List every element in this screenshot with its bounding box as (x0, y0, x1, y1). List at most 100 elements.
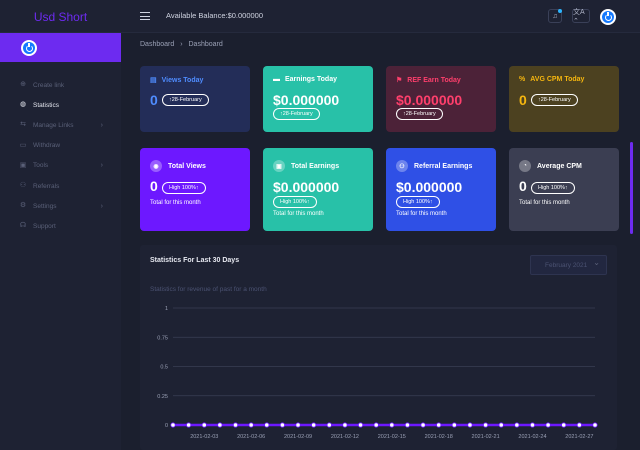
sidebar-item-label: Referrals (33, 182, 60, 190)
breadcrumb-root[interactable]: Dashboard (140, 41, 174, 48)
data-point[interactable] (186, 422, 192, 428)
card-icon: ⚑ (396, 77, 403, 84)
language-switch-icon[interactable]: 文A ⌃ (572, 9, 590, 25)
card-subtext: Total for this month (273, 211, 324, 217)
logo-icon (21, 40, 37, 56)
card-value: $0.000000 (273, 92, 340, 108)
data-point[interactable] (576, 422, 582, 428)
sidebar-item-support[interactable]: ☊ Support (0, 216, 121, 236)
sidebar-item-manage-links[interactable]: ⇆ Manage Links › (0, 115, 121, 135)
x-tick-label: 2021-02-18 (425, 434, 453, 440)
sidebar-item-tools[interactable]: ▣ Tools › (0, 156, 121, 176)
data-point[interactable] (545, 422, 551, 428)
chevron-right-icon: › (100, 202, 103, 210)
card-subtext: Total for this month (396, 211, 447, 217)
data-point[interactable] (295, 422, 301, 428)
card-label: ▤ Views Today (150, 76, 204, 85)
data-point[interactable] (592, 422, 598, 428)
sidebar-item-referrals[interactable]: ⚇ Referrals (0, 176, 121, 196)
card-label-text: REF Earn Today (407, 76, 461, 84)
data-point[interactable] (514, 422, 520, 428)
trend-badge: High 100%↑ (162, 182, 206, 194)
month-select[interactable]: February 2021 (530, 255, 607, 275)
card-value: 0 (519, 178, 527, 194)
trend-badge: High 100%↑ (396, 196, 440, 208)
x-tick-label: 2021-02-27 (565, 434, 593, 440)
nav-icon: ⊕ (20, 81, 26, 89)
data-point[interactable] (404, 422, 411, 428)
data-point[interactable] (357, 422, 364, 428)
nav-icon: ▣ (19, 161, 27, 169)
card-icon: ◔ (519, 160, 531, 172)
x-tick-label: 2021-02-12 (331, 434, 359, 440)
data-point[interactable] (389, 422, 395, 428)
y-tick-label: 0.25 (157, 394, 168, 400)
nav-icon: ⚙ (19, 202, 27, 210)
stat-card-referral-earnings: ⚇ Referral Earnings $0.000000 High 100%↑ Tot… (386, 148, 496, 231)
sidebar-item-statistics[interactable]: ◍ Statistics (0, 95, 121, 115)
y-tick-label: 0.75 (157, 335, 168, 341)
sidebar-item-label: Settings (33, 202, 57, 210)
sidebar: ⊕ Create link ◍ Statistics ⇆ Manage Links › ▭ Wi… (0, 33, 121, 450)
data-point[interactable] (248, 422, 254, 428)
card-icon: ◉ (150, 160, 162, 172)
sidebar-logo[interactable] (0, 33, 121, 62)
date-badge: ↑28-February (531, 94, 578, 106)
data-point[interactable] (311, 422, 317, 428)
breadcrumb-separator: › (180, 41, 183, 48)
stat-card-avg-cpm-today: % AVG CPM Today 0 ↑28-February (509, 66, 619, 132)
data-point[interactable] (232, 422, 239, 428)
card-value: 0 (519, 92, 527, 108)
sidebar-item-create-link[interactable]: ⊕ Create link (0, 75, 121, 95)
sidebar-item-settings[interactable]: ⚙ Settings › (0, 196, 121, 216)
data-point[interactable] (529, 422, 536, 428)
data-point[interactable] (279, 422, 286, 428)
trend-badge: High 100%↑ (531, 182, 575, 194)
data-point[interactable] (482, 422, 489, 428)
card-icon: ▤ (150, 77, 157, 84)
card-label: ▣ Total Earnings (273, 160, 339, 172)
available-balance: Available Balance:$0.000000 (166, 11, 264, 20)
card-label-text: Average CPM (537, 162, 582, 170)
card-label: ◔ Average CPM (519, 160, 582, 172)
card-icon: % (519, 76, 526, 83)
x-tick-label: 2021-02-21 (472, 434, 500, 440)
data-point[interactable] (342, 422, 348, 428)
data-point[interactable] (436, 422, 442, 428)
card-subtext: Total for this month (519, 200, 570, 206)
user-avatar[interactable] (600, 9, 616, 25)
chevron-right-icon: › (100, 121, 103, 129)
stat-card-average-cpm: ◔ Average CPM 0 High 100%↑ Total for this mo… (509, 148, 619, 231)
card-value: 0 (150, 92, 158, 108)
stat-card-total-earnings: ▣ Total Earnings $0.000000 High 100%↑ Total … (263, 148, 373, 231)
data-point[interactable] (420, 422, 426, 428)
statistics-panel: Statistics For Last 30 Days February 202… (140, 245, 617, 450)
scrollbar-thumb[interactable] (630, 142, 633, 234)
card-label: ◉ Total Views (150, 160, 206, 172)
data-point[interactable] (326, 422, 332, 428)
revenue-line-chart: 1 0.75 0.5 0.25 0 2021-02-03 2021-02-06 2021-02… (157, 306, 598, 440)
notification-bell-icon[interactable]: ♫ (548, 9, 562, 23)
x-tick-label: 2021-02-06 (237, 434, 265, 440)
brand-name[interactable]: Usd Short (0, 0, 121, 33)
y-tick-label: 0 (165, 423, 168, 429)
data-point[interactable] (498, 422, 504, 428)
statistics-title: Statistics For Last 30 Days (150, 257, 240, 264)
nav-icon: ◍ (19, 101, 27, 109)
stat-card-ref-earn-today: ⚑ REF Earn Today $0.000000 ↑28-February (386, 66, 496, 132)
menu-toggle-icon[interactable] (140, 12, 150, 20)
data-point[interactable] (561, 422, 567, 428)
data-point[interactable] (373, 422, 379, 428)
data-point[interactable] (264, 422, 270, 428)
sidebar-item-label: Manage Links (33, 121, 74, 129)
power-icon (25, 43, 33, 52)
sidebar-item-withdraw[interactable]: ▭ Withdraw (0, 136, 121, 156)
data-point[interactable] (201, 422, 207, 428)
card-label-text: Views Today (161, 76, 204, 84)
data-point[interactable] (217, 422, 223, 428)
data-point[interactable] (170, 422, 176, 428)
date-badge: ↑28-February (162, 94, 209, 106)
data-point[interactable] (451, 422, 457, 428)
statistics-subtitle: Statistics for revenue of past for a mon… (150, 286, 267, 293)
data-point[interactable] (467, 422, 473, 428)
